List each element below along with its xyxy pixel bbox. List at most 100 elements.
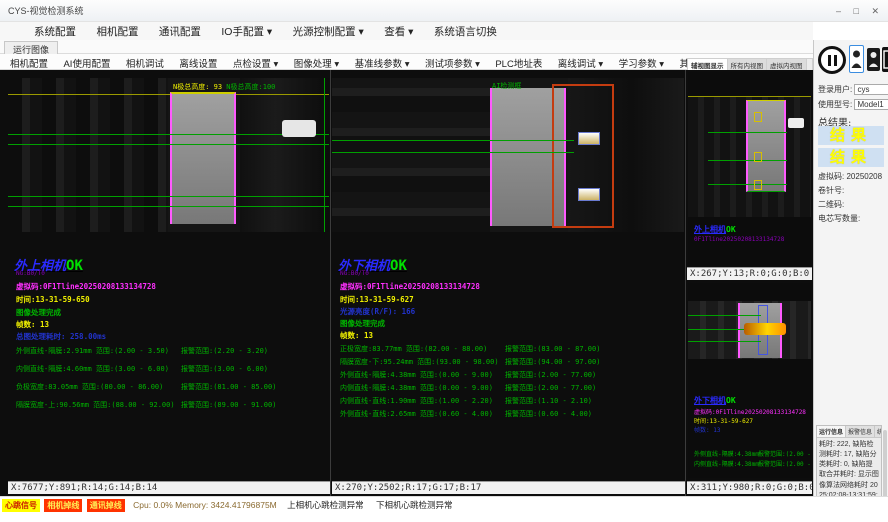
process-done-line: 图像处理完成 (340, 318, 385, 329)
measurement-row: 外侧直线-隔膜:4.38mm 范围:(0.00 - 9.00) 报警范围:(2.… (340, 370, 683, 382)
menu-system-config[interactable]: 系统配置 (28, 22, 82, 41)
login-user-button[interactable] (849, 45, 864, 73)
measurement-row: 内侧直线-隔膜:4.60mm 范围:(3.00 - 6.00) 报警范围:(3.… (16, 364, 328, 376)
tab-virtual-inner-view[interactable]: 虚拟内视图 (767, 59, 807, 70)
machinery-background (240, 78, 329, 232)
vcode-label: 虚拟码: (818, 172, 844, 181)
result-top-badge: 结果 (818, 126, 884, 145)
roller-object (282, 120, 316, 137)
time-line: 时间:13-31-59-650 (16, 294, 90, 305)
pointer-object (788, 118, 804, 128)
camera-name-label: 外上相机 (694, 225, 726, 234)
menubar: 系统配置 相机配置 通讯配置 IO手配置 ▾ 光源控制配置 ▾ 查看 ▾ 系统语… (0, 22, 813, 40)
qrcode-label: 二维码: (818, 199, 844, 210)
measurement-alarm: 报警范围:(1.10 - 2.10) (505, 396, 592, 406)
user-dark-icon (867, 48, 880, 71)
window-title: CYS-视觉检测系统 (8, 6, 84, 16)
tab-all-inner-view[interactable]: 所有内视图 (728, 59, 768, 70)
mini-measurement-alarm: 报警范围:(2.00 - 77.00) (758, 459, 811, 468)
overlay-green-line (8, 196, 329, 197)
login-user-row: 登录用户: cys (818, 84, 888, 95)
login-user-label: 登录用户: (818, 85, 852, 94)
overlay-green-vline (324, 78, 325, 232)
ng-counter-label: NG:B0/T0 (16, 270, 45, 277)
measurement-alarm: 报警范围:(94.00 - 97.00) (505, 357, 600, 367)
overlay-green-line (8, 144, 329, 145)
login-user-field[interactable]: cys (854, 84, 888, 95)
mini-result-title: 外上相机OK (694, 224, 736, 235)
main-view-area: N极总高度: 93 N极总高度:100 外上相机OK NG:B0/T0 虚拟码:… (0, 70, 813, 496)
overlay-green-line (708, 132, 787, 133)
user-icon (850, 46, 863, 72)
camera-image-outer-bottom[interactable]: AI检测框 (332, 78, 684, 232)
overlay-green-line (708, 184, 787, 185)
mini-view-bottom[interactable]: 外下相机OK 虚拟码:0F1Tline20250208133134728 时间:… (688, 283, 811, 478)
admin-user-button[interactable] (867, 48, 880, 71)
measurement-alarm: 报警范围:(89.00 - 91.00) (181, 400, 276, 410)
machinery-background (8, 78, 168, 232)
menu-language-switch[interactable]: 系统语言切换 (428, 22, 503, 41)
measurement-row: 内侧直线-隔膜:4.38mm 范围:(0.00 - 9.00) 报警范围:(2.… (340, 383, 683, 395)
exit-button[interactable] (882, 47, 888, 72)
measurement-value: 内侧直线-隔膜:4.60mm 范围:(3.00 - 6.00) (16, 365, 169, 373)
time-line: 时间:13-31-59-627 (340, 294, 414, 305)
marker-box (754, 152, 762, 162)
measurement-row: 内侧直线-直线:1.90mm 范围:(1.00 - 2.20) 报警范围:(1.… (340, 396, 683, 408)
bottom-camera-heartbeat-warning: 下相机心跳检测异常 (376, 500, 453, 510)
menu-light-config[interactable]: 光源控制配置 ▾ (287, 22, 370, 41)
menu-comm-config[interactable]: 通讯配置 (153, 22, 207, 41)
overlay-label-green: N极总高度:100 (226, 83, 275, 91)
tab-alarm-info[interactable]: 报警信息 (846, 426, 875, 437)
heartbeat-badge: 心跳信号 (2, 499, 40, 512)
measurement-value: 外侧直线-隔膜:2.91mm 范围:(2.00 - 3.50) (16, 347, 169, 355)
maximize-icon[interactable]: □ (849, 0, 864, 22)
exit-door-icon (882, 47, 888, 72)
camera-status-ok: OK (390, 258, 407, 274)
mini-view-top[interactable]: 外上相机OK 0F1Tline20250208133134728 (688, 72, 811, 267)
tab-row: 运行图像 (0, 40, 813, 54)
cursor-coordinates-readout: X:311;Y:980;R:0;G:0;B:0 (687, 481, 812, 494)
measurement-row: 负极宽度:83.05mm 范围:(80.00 - 86.00) 报警范围:(81… (16, 382, 328, 394)
model-field[interactable]: Model1 (854, 99, 888, 110)
tab-aux-view[interactable]: 辅视图显示 (688, 59, 728, 70)
camera-name-label: 外下相机 (694, 396, 726, 405)
marker-box (754, 180, 762, 190)
measurement-alarm: 报警范围:(3.00 - 6.00) (181, 364, 268, 374)
measurement-value: 正极宽度:83.77mm 范围:(82.00 - 88.00) (340, 345, 487, 353)
winding-pin-label: 卷针号: (818, 185, 844, 196)
model-label: 使用型号: (818, 100, 852, 109)
close-icon[interactable]: ✕ (866, 0, 884, 22)
pause-button[interactable] (818, 46, 846, 74)
measurement-row: 外侧直线-隔膜:2.91mm 范围:(2.00 - 3.50) 报警范围:(2.… (16, 346, 328, 358)
menu-camera-config[interactable]: 相机配置 (90, 22, 144, 41)
tab-statistics-info[interactable]: 统计信息 (875, 426, 882, 437)
model-row: 使用型号: Model1 (818, 99, 888, 110)
comm-offline-badge: 通讯掉线 (87, 499, 125, 512)
mini-measurement-alarm: 报警范围:(2.00 - 77.00) (758, 449, 811, 458)
ng-counter-label: NG:B0/T0 (340, 270, 369, 277)
tab-run-info[interactable]: 运行信息 (817, 426, 846, 437)
mini-result-title: 外下相机OK (694, 395, 736, 406)
status-bar: 心跳信号 相机掉线 通讯掉线 Cpu: 0.0% Memory: 3424.41… (0, 496, 888, 522)
overlay-green-line (332, 140, 574, 141)
cursor-coordinates-readout: X:270;Y:2502;R:17;G:17;B:17 (332, 481, 685, 494)
camera-panel-outer-top: N极总高度: 93 N极总高度:100 外上相机OK NG:B0/T0 虚拟码:… (8, 70, 331, 496)
top-camera-heartbeat-warning: 上相机心跳检测异常 (287, 500, 364, 510)
mini-barcode-line: 0F1Tline20250208133134728 (694, 236, 784, 243)
result-bottom-badge: 结果 (818, 148, 884, 167)
cell-write-count-label: 电芯写数量: (818, 213, 860, 224)
cpu-memory-readout: Cpu: 0.0% Memory: 3424.41796875M (133, 500, 277, 510)
menu-view[interactable]: 查看 ▾ (378, 22, 419, 41)
weld-spot-highlight (578, 188, 600, 201)
measurement-value: 外侧直线-隔膜:4.38mm 范围:(0.00 - 9.00) (340, 371, 493, 379)
camera-status-ok: OK (66, 258, 83, 274)
camera-image-outer-top[interactable]: N极总高度: 93 N极总高度:100 (8, 78, 329, 232)
frame-count-line: 帧数: 13 (340, 330, 373, 341)
measurement-alarm: 报警范围:(0.60 - 4.00) (505, 409, 592, 419)
minimize-icon[interactable]: – (831, 0, 846, 22)
overlay-green-line (8, 206, 329, 207)
menu-io-config[interactable]: IO手配置 ▾ (215, 22, 278, 41)
vcode-row: 虚拟码: 20250208 (818, 171, 882, 182)
mini-measurement: 内侧直线-隔膜:4.38mm (694, 459, 759, 468)
height-overlay-label: N极总高度: 93 N极总高度:100 (173, 82, 275, 92)
